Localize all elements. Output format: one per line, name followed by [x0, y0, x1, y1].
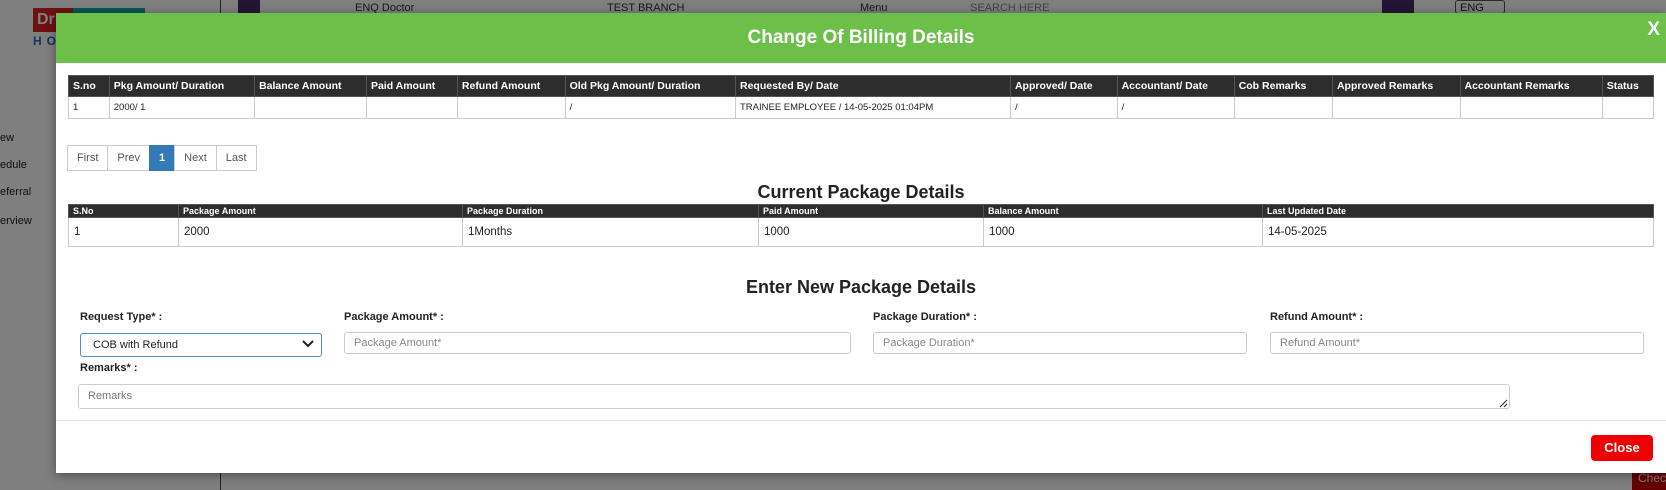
table-cell: 1000 — [983, 217, 1263, 247]
table-cell — [1233, 96, 1333, 119]
cob-history-table: S.no Pkg Amount/ Duration Balance Amount… — [68, 75, 1655, 119]
table-cell: 2000/ 1 — [108, 96, 256, 119]
table-cell: 1 — [68, 217, 179, 247]
package-duration-label: Package Duration* : — [873, 311, 977, 323]
package-amount-label: Package Amount* : — [344, 311, 444, 323]
package-amount-input[interactable] — [344, 332, 851, 354]
table-header-row: S.No Package Amount Package Duration Pai… — [68, 204, 1654, 218]
column-header: Approved/ Date — [1009, 75, 1118, 97]
table-cell: 2000 — [178, 217, 463, 247]
refund-amount-label: Refund Amount* : — [1270, 311, 1364, 323]
table-cell: 1 — [68, 96, 110, 119]
column-header: Balance Amount — [254, 75, 367, 97]
column-header: Package Amount — [178, 204, 463, 218]
close-button[interactable]: Close — [1591, 435, 1653, 461]
column-header: S.No — [68, 204, 179, 218]
change-of-billing-modal: Change Of Billing Details X S.no Pkg Amo… — [56, 13, 1666, 473]
column-header: Accountant/ Date — [1116, 75, 1235, 97]
remarks-textarea[interactable] — [78, 384, 1510, 409]
column-header: Paid Amount — [758, 204, 984, 218]
column-header: Approved Remarks — [1331, 75, 1461, 97]
request-type-value: COB with Refund — [93, 339, 178, 351]
modal-header: Change Of Billing Details X — [56, 13, 1666, 63]
table-cell: / — [564, 96, 736, 119]
column-header: Old Pkg Amount/ Duration — [564, 75, 736, 97]
column-header: Requested By/ Date — [734, 75, 1011, 97]
table-cell: / — [1116, 96, 1235, 119]
table-cell — [1331, 96, 1461, 119]
table-cell — [1601, 96, 1655, 119]
table-cell: 1Months — [462, 217, 759, 247]
modal-title: Change Of Billing Details — [747, 27, 975, 48]
table-cell — [456, 96, 566, 119]
column-header: Refund Amount — [456, 75, 566, 97]
table-cell — [1459, 96, 1603, 119]
table-cell: TRAINEE EMPLOYEE / 14-05-2025 01:04PM — [734, 96, 1011, 119]
pager-first[interactable]: First — [67, 145, 109, 171]
request-type-label: Request Type* : — [80, 311, 163, 323]
close-icon[interactable]: X — [1647, 19, 1660, 41]
pager-last[interactable]: Last — [215, 145, 257, 171]
pager-prev[interactable]: Prev — [107, 145, 151, 171]
chevron-down-icon — [302, 340, 314, 348]
package-duration-input[interactable] — [873, 332, 1247, 354]
table-cell: 14-05-2025 — [1262, 217, 1654, 247]
table-row: 1 2000 1Months 1000 1000 14-05-2025 — [68, 217, 1654, 247]
table-cell — [254, 96, 367, 119]
current-package-table: S.No Package Amount Package Duration Pai… — [68, 204, 1654, 247]
pagination: First Prev 1 Next Last — [67, 145, 257, 171]
column-header: Package Duration — [462, 204, 759, 218]
column-header: Paid Amount — [365, 75, 458, 97]
column-header: Last Updated Date — [1262, 204, 1654, 218]
column-header: Balance Amount — [983, 204, 1263, 218]
column-header: Cob Remarks — [1233, 75, 1333, 97]
table-header-row: S.no Pkg Amount/ Duration Balance Amount… — [68, 75, 1655, 97]
resize-grip-icon[interactable] — [1498, 398, 1508, 408]
footer-divider — [56, 420, 1666, 421]
refund-amount-input[interactable] — [1270, 332, 1644, 354]
column-header: Pkg Amount/ Duration — [108, 75, 256, 97]
table-cell — [365, 96, 458, 119]
request-type-select[interactable]: COB with Refund — [80, 333, 322, 357]
column-header: S.no — [68, 75, 110, 97]
table-row: 1 2000/ 1 / TRAINEE EMPLOYEE / 14-05-202… — [68, 96, 1655, 119]
column-header: Accountant Remarks — [1459, 75, 1603, 97]
pager-page-1[interactable]: 1 — [149, 145, 176, 171]
table-cell: 1000 — [758, 217, 984, 247]
current-package-title: Current Package Details — [757, 182, 965, 202]
pager-next[interactable]: Next — [174, 145, 217, 171]
table-cell: / — [1009, 96, 1118, 119]
column-header: Status — [1601, 75, 1655, 97]
new-package-title: Enter New Package Details — [745, 277, 977, 297]
remarks-label: Remarks* : — [80, 362, 138, 374]
